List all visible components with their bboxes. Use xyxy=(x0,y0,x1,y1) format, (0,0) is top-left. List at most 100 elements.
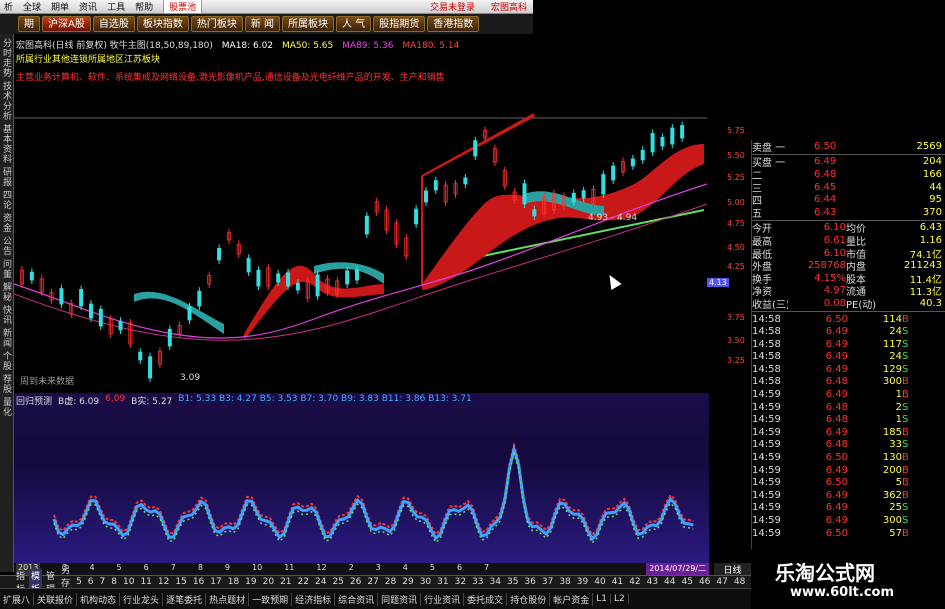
template-tab[interactable]: 32 xyxy=(453,577,468,587)
template-tab[interactable]: 35 xyxy=(505,577,520,587)
template-tab[interactable]: 11 xyxy=(138,577,153,587)
nav-tab-hk-index[interactable]: 香港指数 xyxy=(427,16,480,32)
stock-pool-button[interactable]: 股票池 xyxy=(163,0,203,14)
nav-tab-hot-sectors[interactable]: 热门板块 xyxy=(190,16,243,32)
left-tab-12[interactable]: 荐股 xyxy=(0,374,13,394)
tick-side: B xyxy=(902,376,909,388)
template-tab[interactable]: 19 xyxy=(243,577,258,587)
left-tab-1[interactable]: 技术分析 xyxy=(0,81,13,121)
template-tab[interactable]: 12 xyxy=(156,577,171,587)
template-tab[interactable]: 18 xyxy=(226,577,241,587)
menu-item-5[interactable]: 工具 xyxy=(107,0,125,13)
template-tab[interactable]: 42 xyxy=(627,577,642,587)
template-tab[interactable]: 40 xyxy=(592,577,607,587)
extension-tab[interactable]: 一致预期 xyxy=(249,592,293,606)
template-tab[interactable]: 15 xyxy=(173,577,188,587)
price-tick: 3.50 xyxy=(727,336,745,345)
template-tab[interactable]: 10 xyxy=(121,577,136,587)
template-tab[interactable]: 45 xyxy=(680,577,695,587)
period-tab[interactable]: 日线 xyxy=(714,563,751,576)
template-tab[interactable]: 7 xyxy=(98,577,108,587)
left-tab-10[interactable]: 新闻 xyxy=(0,328,13,348)
template-tab[interactable]: 20 xyxy=(261,577,276,587)
template-tab[interactable]: 31 xyxy=(435,577,450,587)
left-tab-6[interactable]: 公告 xyxy=(0,236,13,256)
template-tab[interactable]: 21 xyxy=(278,577,293,587)
menu-item-4[interactable]: 资讯 xyxy=(79,0,97,13)
extension-tab[interactable]: 帐户资金 xyxy=(550,592,594,606)
tick-volume: 117 xyxy=(882,338,902,350)
template-tab[interactable]: 46 xyxy=(697,577,712,587)
tick-volume: 300 xyxy=(882,515,902,527)
left-tab-0[interactable]: 分时走势 xyxy=(0,38,13,78)
menu-item-3[interactable]: 期单 xyxy=(51,0,69,13)
template-tab[interactable]: 33 xyxy=(470,577,485,587)
nav-tab-1[interactable]: 期 xyxy=(18,16,40,32)
template-tab[interactable]: 8 xyxy=(109,577,119,587)
tick-volume: 33 xyxy=(889,439,902,451)
template-tab[interactable]: 16 xyxy=(191,577,206,587)
extension-tab[interactable]: 扩展八 xyxy=(0,592,35,606)
left-tab-2[interactable]: 基本资料 xyxy=(0,124,13,164)
template-tab[interactable]: 38 xyxy=(557,577,572,587)
template-tab[interactable]: 26 xyxy=(348,577,363,587)
extension-tab[interactable]: L1 xyxy=(593,594,611,604)
left-tab-8[interactable]: 解秘 xyxy=(0,282,13,302)
quote-panel: 卖盘 一 6.50 2569 买盘 一 6.49 204 二 6.48 166 三 6.45 44 四 6… xyxy=(751,140,945,549)
template-tab[interactable]: 34 xyxy=(488,577,503,587)
extension-tab[interactable]: 同题资讯 xyxy=(378,592,422,606)
nav-tab-popularity[interactable]: 人 气 xyxy=(336,16,372,32)
template-tab[interactable]: 43 xyxy=(645,577,660,587)
template-tab[interactable]: 47 xyxy=(714,577,729,587)
extension-tab[interactable]: 委托成交 xyxy=(464,592,508,606)
nav-tab-sector-index[interactable]: 板块指数 xyxy=(136,16,189,32)
extension-tab[interactable]: 行业资讯 xyxy=(421,592,465,606)
menu-item-2[interactable]: 全球 xyxy=(23,0,41,13)
extension-tab[interactable]: 经济指标 xyxy=(292,592,336,606)
left-tab-7[interactable]: 问董 xyxy=(0,259,13,279)
left-tab-13[interactable]: 量化 xyxy=(0,397,13,417)
menu-item-6[interactable]: 帮助 xyxy=(135,0,153,13)
template-tab[interactable]: 24 xyxy=(313,577,328,587)
nav-tab-my-sector[interactable]: 所属板块 xyxy=(282,16,335,32)
template-tab[interactable]: 39 xyxy=(575,577,590,587)
template-tab[interactable]: 41 xyxy=(610,577,625,587)
template-tab[interactable]: 44 xyxy=(662,577,677,587)
left-tab-11[interactable]: 个股 xyxy=(0,351,13,371)
menu-item-1[interactable]: 析 xyxy=(4,0,13,13)
template-tab[interactable]: 17 xyxy=(208,577,223,587)
price-tick: 5.50 xyxy=(727,151,745,160)
extension-tab[interactable]: 热点题材 xyxy=(206,592,250,606)
template-tab[interactable]: 5 xyxy=(74,577,84,587)
template-tab[interactable]: 48 xyxy=(732,577,747,587)
extension-tab[interactable]: 持仓股份 xyxy=(507,592,551,606)
template-tab[interactable]: 22 xyxy=(296,577,311,587)
tick-time: 14:59 xyxy=(752,389,781,401)
nav-tab-futures[interactable]: 股指期货 xyxy=(373,16,426,32)
left-tab-9[interactable]: 快讯 xyxy=(0,305,13,325)
extension-tab[interactable]: 综合资讯 xyxy=(335,592,379,606)
template-tab[interactable]: 29 xyxy=(400,577,415,587)
nav-tab-a-shares[interactable]: 沪深A股 xyxy=(42,16,91,32)
candle-body xyxy=(315,274,320,297)
nav-tab-news[interactable]: 新 闻 xyxy=(244,16,281,32)
extension-tab[interactable]: 机构动态 xyxy=(77,592,121,606)
template-tab[interactable]: 27 xyxy=(365,577,380,587)
left-tab-3[interactable]: 研报 xyxy=(0,167,13,187)
extension-tab[interactable]: 逐笔委托 xyxy=(163,592,207,606)
channel-upper-line xyxy=(421,115,535,177)
regression-forecast-chart[interactable] xyxy=(14,405,709,563)
template-tab[interactable]: 28 xyxy=(383,577,398,587)
extension-tab[interactable]: L2 xyxy=(611,594,629,604)
tick-price: 6.50 xyxy=(825,477,848,489)
template-tab[interactable]: 6 xyxy=(86,577,96,587)
template-tab[interactable]: 37 xyxy=(540,577,555,587)
left-tab-4[interactable]: 四论 xyxy=(0,190,13,210)
extension-tab[interactable]: 关联报价 xyxy=(34,592,78,606)
left-tab-5[interactable]: 资金 xyxy=(0,213,13,233)
template-tab[interactable]: 30 xyxy=(418,577,433,587)
template-tab[interactable]: 36 xyxy=(522,577,537,587)
template-tab[interactable]: 25 xyxy=(330,577,345,587)
nav-tab-watchlist[interactable]: 自选股 xyxy=(92,16,135,32)
extension-tab[interactable]: 行业龙头 xyxy=(120,592,164,606)
